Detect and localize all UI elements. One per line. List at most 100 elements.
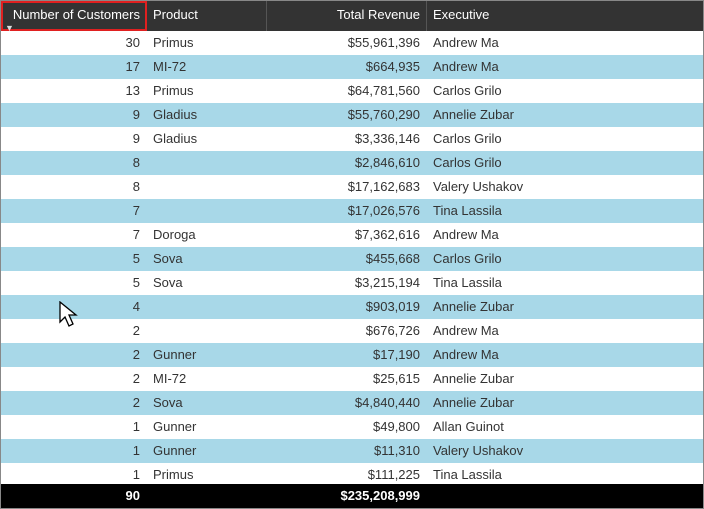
column-header-customers[interactable]: Number of Customers ▼	[1, 1, 147, 31]
cell-product: Sova	[147, 247, 267, 271]
cell-product: Primus	[147, 463, 267, 484]
cell-customers: 5	[1, 271, 147, 295]
cell-customers: 2	[1, 391, 147, 415]
cell-executive: Annelie Zubar	[427, 103, 703, 127]
cell-product: Gunner	[147, 439, 267, 463]
column-header-label: Number of Customers	[13, 7, 140, 22]
table-row[interactable]: 7 $17,026,576Tina Lassila	[1, 199, 703, 223]
cell-revenue: $49,800	[267, 415, 427, 439]
cell-customers: 8	[1, 175, 147, 199]
table-row[interactable]: 2Gunner$17,190Andrew Ma	[1, 343, 703, 367]
cell-product	[147, 295, 267, 319]
sort-desc-icon: ▼	[5, 23, 14, 31]
cell-revenue: $455,668	[267, 247, 427, 271]
footer-total-customers: 90	[1, 484, 147, 508]
cell-product: Gladius	[147, 103, 267, 127]
cell-executive: Andrew Ma	[427, 31, 703, 55]
footer-total-revenue: $235,208,999	[267, 484, 427, 508]
table-row[interactable]: 5Sova$3,215,194Tina Lassila	[1, 271, 703, 295]
cell-customers: 4	[1, 295, 147, 319]
cell-revenue: $903,019	[267, 295, 427, 319]
table-row[interactable]: 9Gladius$55,760,290Annelie Zubar	[1, 103, 703, 127]
table-row[interactable]: 30Primus$55,961,396Andrew Ma	[1, 31, 703, 55]
table-row[interactable]: 2Sova$4,840,440Annelie Zubar	[1, 391, 703, 415]
cell-customers: 9	[1, 103, 147, 127]
cell-customers: 7	[1, 199, 147, 223]
cell-executive: Annelie Zubar	[427, 391, 703, 415]
cell-product: Primus	[147, 79, 267, 103]
cell-product	[147, 199, 267, 223]
cell-customers: 30	[1, 31, 147, 55]
cell-product: Gunner	[147, 415, 267, 439]
table-footer-row: 90 $235,208,999	[1, 484, 703, 508]
cell-executive: Valery Ushakov	[427, 439, 703, 463]
cell-product: MI-72	[147, 55, 267, 79]
cell-product: Primus	[147, 31, 267, 55]
cell-revenue: $55,760,290	[267, 103, 427, 127]
cell-revenue: $3,215,194	[267, 271, 427, 295]
cell-executive: Annelie Zubar	[427, 295, 703, 319]
cell-revenue: $64,781,560	[267, 79, 427, 103]
cell-revenue: $17,162,683	[267, 175, 427, 199]
cell-product	[147, 319, 267, 343]
cell-customers: 8	[1, 151, 147, 175]
cell-revenue: $3,336,146	[267, 127, 427, 151]
table-row[interactable]: 8$17,162,683Valery Ushakov	[1, 175, 703, 199]
cell-executive: Annelie Zubar	[427, 367, 703, 391]
cell-executive: Tina Lassila	[427, 271, 703, 295]
table-row[interactable]: 5Sova$455,668Carlos Grilo	[1, 247, 703, 271]
table-row[interactable]: 9Gladius$3,336,146Carlos Grilo	[1, 127, 703, 151]
cell-customers: 2	[1, 367, 147, 391]
cell-customers: 2	[1, 319, 147, 343]
column-header-revenue[interactable]: Total Revenue	[267, 1, 427, 31]
cell-revenue: $55,961,396	[267, 31, 427, 55]
cell-revenue: $17,026,576	[267, 199, 427, 223]
cell-revenue: $7,362,616	[267, 223, 427, 247]
table-row[interactable]: 2 $676,726Andrew Ma	[1, 319, 703, 343]
cell-customers: 1	[1, 463, 147, 484]
cell-executive: Allan Guinot	[427, 415, 703, 439]
cell-executive: Andrew Ma	[427, 319, 703, 343]
cell-executive: Carlos Grilo	[427, 127, 703, 151]
column-header-executive[interactable]: Executive	[427, 1, 703, 31]
cell-product: Gladius	[147, 127, 267, 151]
cell-product: Doroga	[147, 223, 267, 247]
table-row[interactable]: 17MI-72$664,935Andrew Ma	[1, 55, 703, 79]
table-row[interactable]: 8$2,846,610Carlos Grilo	[1, 151, 703, 175]
table-row[interactable]: 1Gunner$11,310Valery Ushakov	[1, 439, 703, 463]
cell-executive: Tina Lassila	[427, 199, 703, 223]
cell-revenue: $4,840,440	[267, 391, 427, 415]
cell-customers: 5	[1, 247, 147, 271]
cell-revenue: $11,310	[267, 439, 427, 463]
column-header-product[interactable]: Product	[147, 1, 267, 31]
table-row[interactable]: 1Primus$111,225Tina Lassila	[1, 463, 703, 484]
cell-revenue: $676,726	[267, 319, 427, 343]
cell-revenue: $17,190	[267, 343, 427, 367]
cell-executive: Andrew Ma	[427, 55, 703, 79]
cell-revenue: $25,615	[267, 367, 427, 391]
cell-customers: 17	[1, 55, 147, 79]
cell-executive: Andrew Ma	[427, 343, 703, 367]
cell-product	[147, 151, 267, 175]
cell-executive: Tina Lassila	[427, 463, 703, 484]
table-body: 30Primus$55,961,396Andrew Ma17MI-72$664,…	[1, 31, 703, 484]
table-row[interactable]: 2MI-72$25,615Annelie Zubar	[1, 367, 703, 391]
table-row[interactable]: 4 $903,019Annelie Zubar	[1, 295, 703, 319]
cell-product	[147, 175, 267, 199]
table-row[interactable]: 1Gunner$49,800Allan Guinot	[1, 415, 703, 439]
cell-customers: 7	[1, 223, 147, 247]
cell-product: Sova	[147, 271, 267, 295]
column-header-label: Product	[153, 7, 198, 22]
column-header-label: Total Revenue	[337, 7, 420, 22]
cell-executive: Andrew Ma	[427, 223, 703, 247]
cell-product: MI-72	[147, 367, 267, 391]
cell-customers: 13	[1, 79, 147, 103]
table-row[interactable]: 13Primus$64,781,560Carlos Grilo	[1, 79, 703, 103]
cell-executive: Carlos Grilo	[427, 79, 703, 103]
cell-product: Gunner	[147, 343, 267, 367]
footer-blank	[427, 484, 703, 508]
table-header-row: Number of Customers ▼ Product Total Reve…	[1, 1, 703, 31]
cell-executive: Carlos Grilo	[427, 247, 703, 271]
table-row[interactable]: 7Doroga$7,362,616Andrew Ma	[1, 223, 703, 247]
cell-executive: Carlos Grilo	[427, 151, 703, 175]
